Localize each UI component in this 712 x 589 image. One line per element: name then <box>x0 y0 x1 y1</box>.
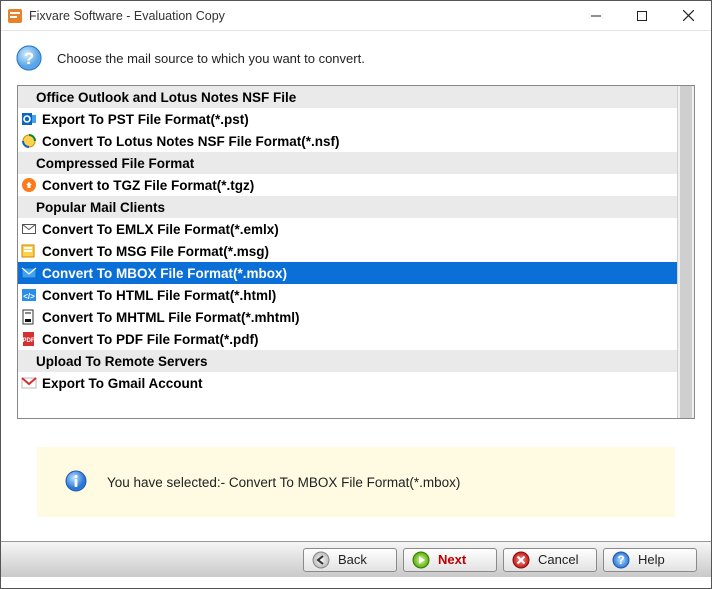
list-section-header: Office Outlook and Lotus Notes NSF File <box>18 86 677 108</box>
back-button-label: Back <box>338 552 388 567</box>
scrollbar[interactable] <box>677 86 694 418</box>
list-item-label: Convert To Lotus Notes NSF File Format(*… <box>42 134 340 149</box>
arrow-left-icon <box>312 551 330 569</box>
next-button[interactable]: Next <box>403 548 497 572</box>
cancel-button-label: Cancel <box>538 552 588 567</box>
list-item[interactable]: Convert To MSG File Format(*.msg) <box>18 240 677 262</box>
close-button[interactable] <box>665 1 711 31</box>
cancel-icon <box>512 551 530 569</box>
info-icon <box>65 470 87 495</box>
mbox-icon <box>20 265 38 281</box>
list-item-label: Convert To MBOX File Format(*.mbox) <box>42 266 287 281</box>
minimize-button[interactable] <box>573 1 619 31</box>
next-button-label: Next <box>438 552 488 567</box>
list-item-label: Convert To EMLX File Format(*.emlx) <box>42 222 279 237</box>
cancel-button[interactable]: Cancel <box>503 548 597 572</box>
button-bar: Back Next Cancel ? <box>1 541 711 577</box>
gmail-icon <box>20 375 38 391</box>
list-item-label: Convert To MHTML File Format(*.mhtml) <box>42 310 300 325</box>
format-list-container: Office Outlook and Lotus Notes NSF File E… <box>17 85 695 419</box>
play-icon <box>412 551 430 569</box>
status-panel: You have selected:- Convert To MBOX File… <box>37 447 675 517</box>
svg-text:?: ? <box>617 553 624 567</box>
tgz-icon <box>20 177 38 193</box>
list-section-header: Popular Mail Clients <box>18 196 677 218</box>
list-item[interactable]: Convert To Lotus Notes NSF File Format(*… <box>18 130 677 152</box>
list-item[interactable]: Convert To EMLX File Format(*.emlx) <box>18 218 677 240</box>
svg-text:</>: </> <box>23 292 35 301</box>
html-icon: </> <box>20 287 38 303</box>
help-icon: ? <box>612 551 630 569</box>
window-title: Fixvare Software - Evaluation Copy <box>29 9 225 23</box>
pdf-icon: PDF <box>20 331 38 347</box>
title-bar: Fixvare Software - Evaluation Copy <box>1 1 711 31</box>
list-item-label: Popular Mail Clients <box>36 200 165 215</box>
svg-text:?: ? <box>24 49 34 68</box>
list-item[interactable]: Export To PST File Format(*.pst) <box>18 108 677 130</box>
lotus-icon <box>20 133 38 149</box>
help-button-label: Help <box>638 552 688 567</box>
list-item[interactable]: Convert to TGZ File Format(*.tgz) <box>18 174 677 196</box>
list-section-header: Compressed File Format <box>18 152 677 174</box>
list-section-header: Upload To Remote Servers <box>18 350 677 372</box>
list-item-label: Convert to TGZ File Format(*.tgz) <box>42 178 254 193</box>
list-item-label: Office Outlook and Lotus Notes NSF File <box>36 90 296 105</box>
list-item[interactable]: Convert To MHTML File Format(*.mhtml) <box>18 306 677 328</box>
maximize-button[interactable] <box>619 1 665 31</box>
mhtml-icon <box>20 309 38 325</box>
instruction-text: Choose the mail source to which you want… <box>57 51 365 66</box>
back-button[interactable]: Back <box>303 548 397 572</box>
svg-text:PDF: PDF <box>23 338 35 344</box>
help-button[interactable]: ? Help <box>603 548 697 572</box>
format-list[interactable]: Office Outlook and Lotus Notes NSF File E… <box>18 86 677 418</box>
list-item[interactable]: Convert To MBOX File Format(*.mbox) <box>18 262 677 284</box>
list-item-label: Convert To PDF File Format(*.pdf) <box>42 332 259 347</box>
list-item-label: Export To Gmail Account <box>42 376 203 391</box>
question-icon: ? <box>15 44 43 72</box>
app-icon <box>7 8 23 24</box>
list-item[interactable]: Export To Gmail Account <box>18 372 677 394</box>
list-item-label: Convert To HTML File Format(*.html) <box>42 288 276 303</box>
list-item-label: Compressed File Format <box>36 156 194 171</box>
list-item[interactable]: PDF Convert To PDF File Format(*.pdf) <box>18 328 677 350</box>
emlx-icon <box>20 221 38 237</box>
msg-icon <box>20 243 38 259</box>
list-item[interactable]: </> Convert To HTML File Format(*.html) <box>18 284 677 306</box>
list-item-label: Upload To Remote Servers <box>36 354 208 369</box>
list-item-label: Convert To MSG File Format(*.msg) <box>42 244 269 259</box>
instruction-panel: ? Choose the mail source to which you wa… <box>1 31 711 85</box>
list-item-label: Export To PST File Format(*.pst) <box>42 112 249 127</box>
outlook-icon <box>20 111 38 127</box>
status-text: You have selected:- Convert To MBOX File… <box>107 475 460 490</box>
